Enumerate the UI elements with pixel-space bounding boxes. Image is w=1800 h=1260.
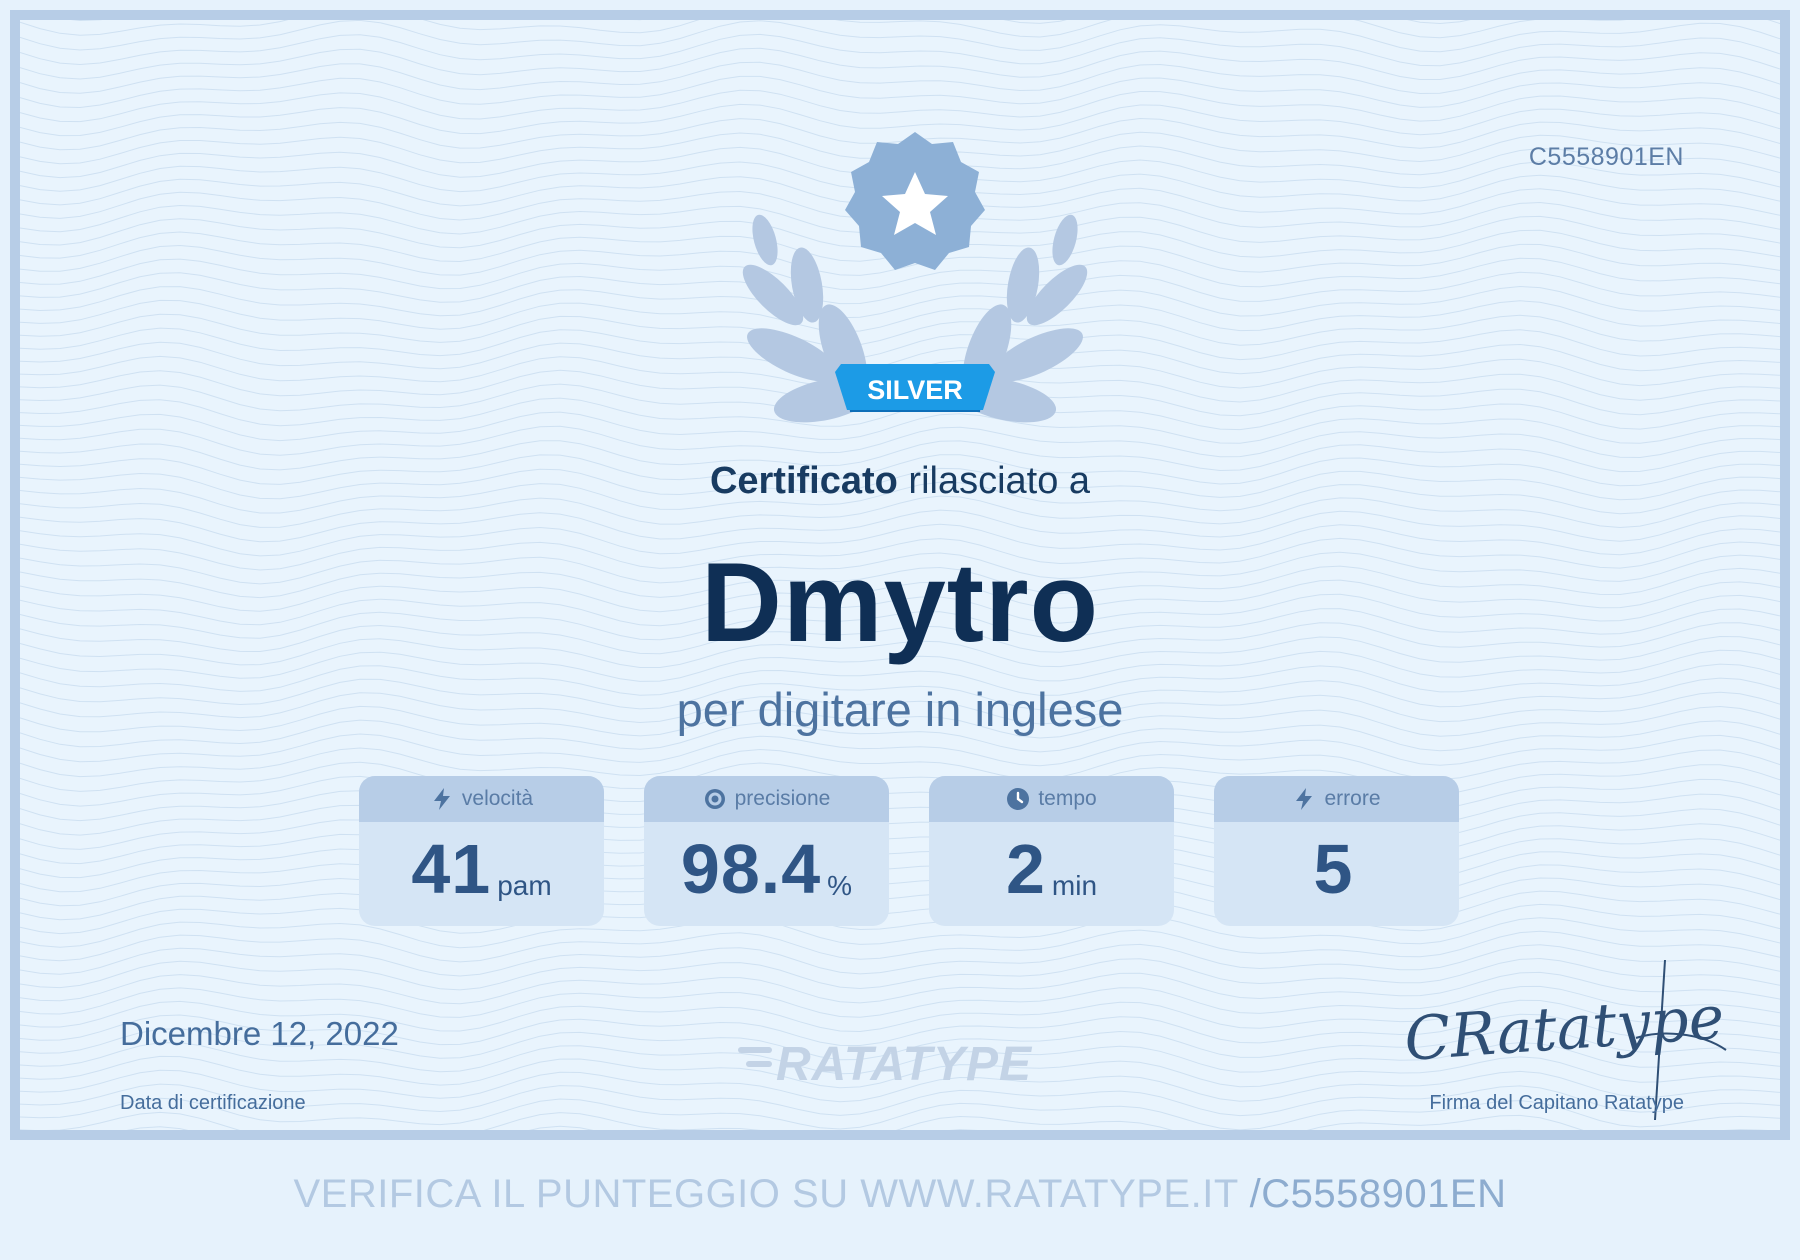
signature-text: CRatatype — [1402, 983, 1726, 1075]
certificate-card: C5558901EN SILVER Certificato rilasciato… — [10, 10, 1790, 1140]
stat-unit: % — [827, 870, 853, 901]
stat-header: tempo — [929, 776, 1174, 822]
verify-score-text: VERIFICA IL PUNTEGGIO SU WWW.RATATYPE.IT… — [0, 1172, 1800, 1217]
stat-card-speed: velocità 41 pam — [359, 776, 604, 926]
verify-text: VERIFICA IL PUNTEGGIO SU WWW.RATATYPE.IT — [293, 1172, 1250, 1216]
stat-body: 5 — [1214, 822, 1459, 926]
recipient-name: Dmytro — [700, 540, 1100, 665]
stat-card-time: tempo 2 min — [929, 776, 1174, 926]
lightning-icon — [1296, 788, 1313, 810]
star-seal-icon — [845, 132, 985, 270]
stat-card-errors: errore 5 — [1214, 776, 1459, 926]
stat-value: 98.4 — [680, 830, 822, 908]
stat-body: 41 pam — [359, 822, 604, 926]
stat-body: 2 min — [929, 822, 1174, 926]
certification-date: Dicembre 12, 2022 — [120, 1015, 399, 1052]
stat-value: 2 — [1005, 830, 1046, 908]
laurel-emblem: SILVER — [742, 132, 1088, 423]
stat-label: tempo — [1038, 787, 1097, 810]
verify-code: /C5558901EN — [1249, 1172, 1507, 1216]
stat-header: errore — [1214, 776, 1459, 822]
signature-label: Firma del Capitano Ratatype — [1429, 1092, 1684, 1114]
lightning-icon — [433, 788, 450, 810]
badge-label: SILVER — [867, 375, 963, 405]
stat-label: velocità — [461, 787, 534, 810]
certificate-subtitle: per digitare in inglese — [676, 683, 1124, 736]
target-icon — [704, 789, 725, 809]
stat-value: 41 — [411, 830, 492, 908]
silver-ribbon: SILVER — [835, 364, 995, 412]
stat-label: errore — [1324, 787, 1381, 810]
stat-card-accuracy: precisione 98.4 % — [644, 776, 889, 926]
ratatype-logo: RATATYPE — [738, 1038, 1033, 1089]
headline-rest: rilasciato a — [897, 460, 1091, 502]
certification-date-label: Data di certificazione — [120, 1092, 306, 1114]
stat-unit: min — [1051, 870, 1098, 901]
stat-label: precisione — [734, 787, 831, 810]
stat-body: 98.4 % — [644, 822, 889, 926]
certificate-headline: Certificato rilasciato a — [20, 460, 1780, 503]
stat-unit: pam — [497, 870, 552, 901]
clock-icon — [1007, 788, 1030, 810]
logo-text: RATATYPE — [776, 1038, 1033, 1089]
headline-bold: Certificato — [709, 460, 898, 502]
certificate-id: C5558901EN — [1528, 143, 1684, 171]
stat-header: velocità — [359, 776, 604, 822]
stat-value: 5 — [1313, 830, 1354, 908]
stat-header: precisione — [644, 776, 889, 822]
